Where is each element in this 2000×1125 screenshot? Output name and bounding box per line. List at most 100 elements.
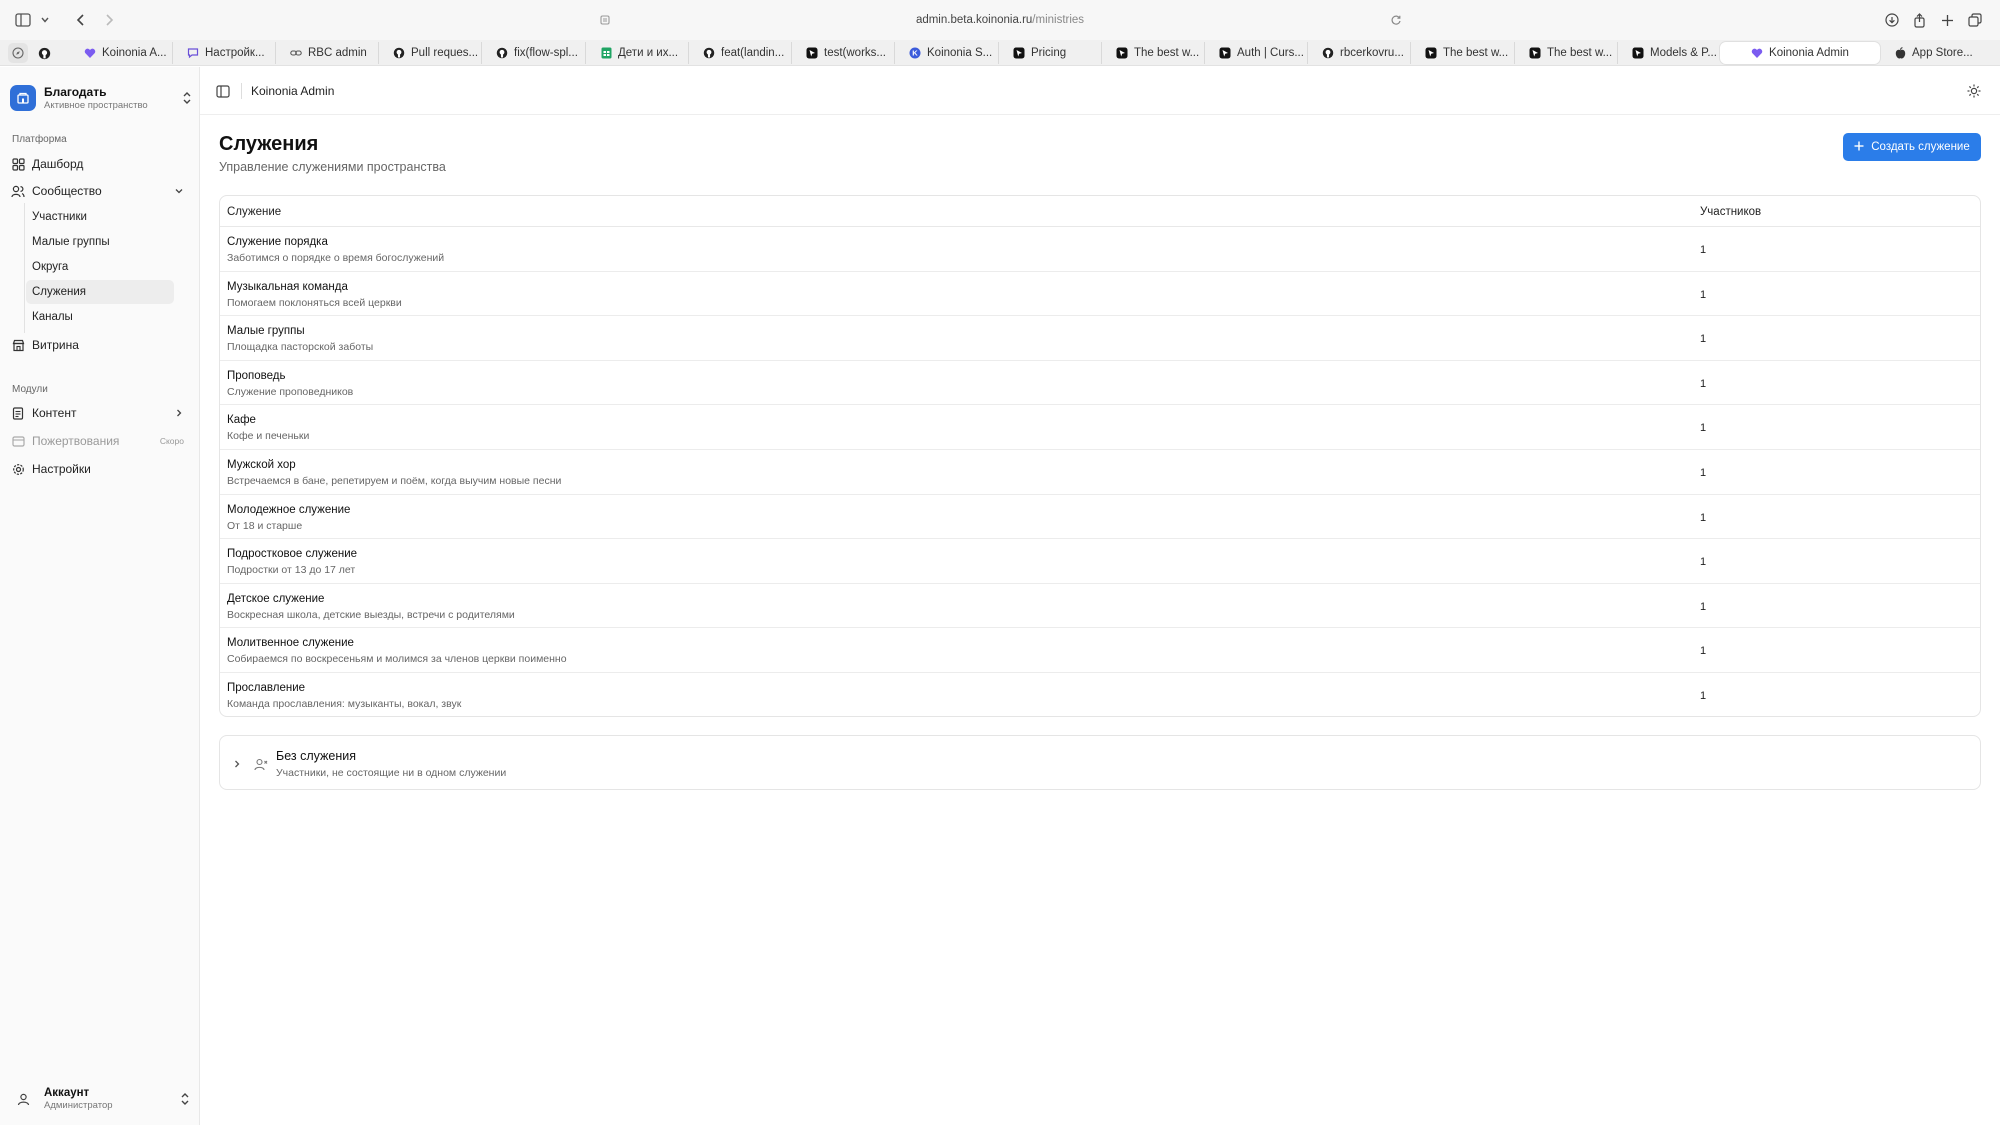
ministry-description: Кофе и печеньки <box>227 430 310 443</box>
sidebar-item-districts[interactable]: Округа <box>26 255 174 279</box>
ministry-name: Молодежное служение <box>227 503 351 516</box>
sidebar-item-small-groups[interactable]: Малые группы <box>26 230 174 254</box>
table-row[interactable]: Мужской хор Встречаемся в бане, репетируе… <box>220 450 1980 495</box>
browser-toolbar: admin.beta.koinonia.ru/ministries <box>0 0 2000 40</box>
browser-tab[interactable]: App Store... <box>1880 42 1998 64</box>
browser-tab[interactable]: Дети и их... <box>585 42 685 64</box>
table-row[interactable]: Малые группы Площадка пасторской заботы 1 <box>220 316 1980 361</box>
sidebar-item-ministries[interactable]: Служения <box>26 280 174 304</box>
table-row[interactable]: Подростковое служение Подростки от 13 до … <box>220 539 1980 584</box>
browser-tab[interactable]: Настройк... <box>172 42 272 64</box>
github-pinned-icon[interactable] <box>34 43 54 63</box>
browser-tab[interactable]: K Koinonia S... <box>894 42 994 64</box>
members-count: 1 <box>1700 690 1707 702</box>
cursor-icon <box>1219 47 1231 59</box>
ministry-description: От 18 и старше <box>227 519 303 532</box>
table-row[interactable]: Музыкальная команда Помогаем поклоняться … <box>220 272 1980 317</box>
share-icon[interactable] <box>1910 11 1928 29</box>
table-row[interactable]: Служение порядка Заботимся о порядке о вр… <box>220 227 1980 272</box>
members-count: 1 <box>1700 333 1707 346</box>
address-bar[interactable]: admin.beta.koinonia.ru/ministries <box>850 8 1150 32</box>
table-row[interactable]: Молитвенное служение Собираемся по воскре… <box>220 628 1980 673</box>
sun-icon[interactable] <box>1964 81 1984 101</box>
tab-label: feat(landin... <box>721 47 785 59</box>
new-tab-icon[interactable] <box>1938 11 1956 29</box>
tab-label: Auth | Curs... <box>1237 47 1304 59</box>
cursor-icon <box>806 47 818 59</box>
browser-tab[interactable]: rbcerkovru... <box>1307 42 1407 64</box>
url-path: /ministries <box>1032 14 1085 26</box>
ministry-description: Служение проповедников <box>227 385 354 398</box>
browser-tab[interactable]: Pull reques... <box>378 42 478 64</box>
table-row[interactable]: Молодежное служение От 18 и старше 1 <box>220 495 1980 540</box>
chevron-down-icon[interactable] <box>36 11 54 29</box>
browser-tab[interactable]: The best w... <box>1410 42 1510 64</box>
ministry-name: Детское служение <box>227 592 325 605</box>
browser-tab[interactable]: Koinonia A... <box>70 42 170 64</box>
table-row[interactable]: Кафе Кофе и печеньки 1 <box>220 405 1980 450</box>
sidebar: Благодать Активное пространство Платформ… <box>0 67 200 1125</box>
members-count: 1 <box>1700 377 1707 390</box>
table-row[interactable]: Прославление Команда прославления: музыка… <box>220 673 1980 716</box>
coming-soon-badge: Скоро <box>159 436 184 446</box>
heart-icon <box>1751 47 1763 59</box>
sidebar-item-channels[interactable]: Каналы <box>26 305 174 329</box>
compass-icon[interactable] <box>8 43 28 63</box>
account-menu[interactable]: Аккаунт Администратор <box>12 1084 190 1114</box>
chevron-down-icon[interactable] <box>174 186 184 196</box>
sidebar-collapse-icon[interactable] <box>214 82 232 100</box>
tab-label: The best w... <box>1443 47 1509 59</box>
sidebar-item-dashboard[interactable]: Дашборд <box>10 152 190 176</box>
ministry-description: Подростки от 13 до 17 лет <box>227 564 356 577</box>
reload-icon[interactable] <box>1387 11 1405 29</box>
browser-tab[interactable]: The best w... <box>1101 42 1201 64</box>
wallet-icon <box>10 433 26 449</box>
browser-tab[interactable]: The best w... <box>1514 42 1614 64</box>
sidebar-item-members[interactable]: Участники <box>26 205 174 229</box>
apple-icon <box>1894 47 1906 59</box>
page-settings-icon[interactable] <box>596 11 614 29</box>
chevron-right-icon[interactable] <box>174 408 184 418</box>
page-title: Служения <box>219 133 319 155</box>
sidebar-item-showcase[interactable]: Витрина <box>10 333 190 357</box>
sidebar-toggle-icon[interactable] <box>14 11 32 29</box>
create-ministry-button[interactable]: Создать служение <box>1843 133 1981 161</box>
github-icon <box>496 47 508 59</box>
unassigned-members-panel[interactable]: Без служения Участники, не состоящие ни … <box>219 735 1981 790</box>
tab-label: Настройк... <box>205 47 265 59</box>
account-name: Аккаунт <box>44 1087 90 1099</box>
browser-tab[interactable]: feat(landin... <box>688 42 788 64</box>
table-row[interactable]: Проповедь Служение проповедников 1 <box>220 361 1980 406</box>
browser-tab[interactable]: Koinonia Admin <box>1720 42 1880 64</box>
tab-overview-icon[interactable] <box>1966 11 1984 29</box>
browser-tab[interactable]: Auth | Curs... <box>1204 42 1304 64</box>
browser-tab[interactable]: Pricing <box>998 42 1098 64</box>
user-icon <box>12 1088 34 1110</box>
column-header-members: Участников <box>1700 206 1762 218</box>
back-icon[interactable] <box>72 11 90 29</box>
account-role: Администратор <box>44 1100 113 1111</box>
tab-bar: Koinonia A... Настройк... RBC admin Pull re… <box>0 40 2000 66</box>
sidebar-item-community[interactable]: Сообщество <box>10 179 190 203</box>
cursor-icon <box>1425 47 1437 59</box>
tab-label: fix(flow-spl... <box>514 47 578 59</box>
breadcrumb: Koinonia Admin <box>251 84 335 98</box>
url-host: admin.beta.koinonia.ru <box>915 14 1033 26</box>
browser-tab[interactable]: RBC admin <box>275 42 375 64</box>
table-row[interactable]: Детское служение Воскресная школа, детски… <box>220 584 1980 629</box>
browser-tab[interactable]: Models & P... <box>1617 42 1717 64</box>
download-icon[interactable] <box>1883 11 1901 29</box>
gear-icon <box>10 461 26 477</box>
forward-icon[interactable] <box>100 11 118 29</box>
ministry-description: Команда прославления: музыканты, вокал, … <box>227 698 462 710</box>
sidebar-item-content[interactable]: Контент <box>10 401 190 425</box>
create-button-label: Создать служение <box>1871 141 1970 153</box>
ministry-name: Проповедь <box>227 369 286 382</box>
workspace-switcher[interactable]: Благодать Активное пространство <box>10 81 192 115</box>
chevron-right-icon[interactable] <box>230 757 244 771</box>
browser-tab[interactable]: test(works... <box>791 42 891 64</box>
tab-label: App Store... <box>1912 47 1973 59</box>
tab-label: The best w... <box>1547 47 1613 59</box>
sidebar-item-settings[interactable]: Настройки <box>10 457 190 481</box>
browser-tab[interactable]: fix(flow-spl... <box>481 42 581 64</box>
